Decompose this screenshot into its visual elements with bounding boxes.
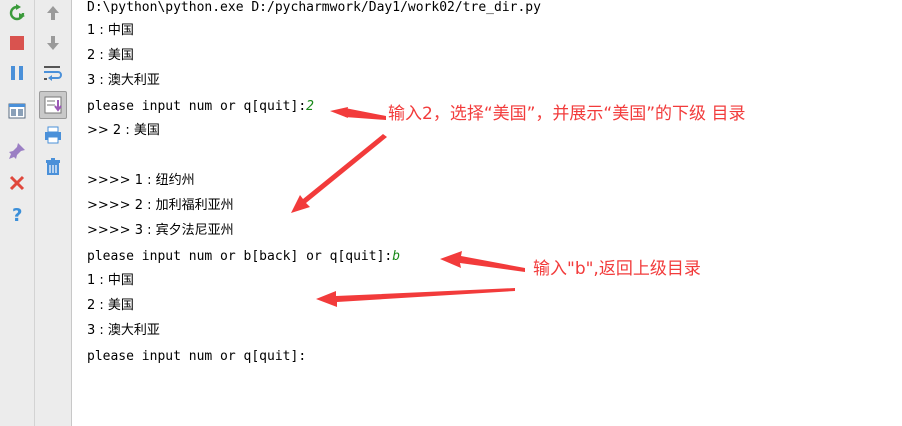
console-prompt-line: please input num or q[quit]: [87, 349, 307, 364]
console-line: >>>> 2 : 加利福利亚州 [87, 198, 234, 213]
pause-icon[interactable] [6, 62, 28, 84]
console-prompt-line: please input num or q[quit]:2 [87, 99, 314, 114]
down-arrow-icon[interactable] [42, 32, 64, 54]
layout-icon[interactable] [6, 100, 28, 122]
pin-icon[interactable] [6, 140, 28, 162]
rerun-icon[interactable] [6, 2, 28, 24]
print-icon[interactable] [42, 124, 64, 146]
console-line: 1 : 中国 [87, 273, 134, 288]
stop-icon[interactable] [6, 32, 28, 54]
arrow-to-sub-list [291, 134, 387, 213]
console-line: >>>> 3 : 宾夕法尼亚州 [87, 223, 234, 238]
arrow-to-parent-list [316, 288, 515, 307]
up-arrow-icon[interactable] [42, 2, 64, 24]
close-icon[interactable] [6, 172, 28, 194]
soft-wrap-icon[interactable] [42, 62, 64, 84]
console-line: 3 : 澳大利亚 [87, 73, 160, 88]
console-line: 2 : 美国 [87, 48, 134, 63]
arrow-to-back-input [440, 251, 525, 272]
trash-icon[interactable] [42, 156, 64, 178]
annotation-select-usa: 输入2，选择“美国”，并展示“美国”的下级 目录 [388, 104, 746, 124]
help-icon[interactable]: ? [6, 203, 28, 225]
console-command-line: D:\python\python.exe D:/pycharmwork/Day1… [87, 0, 541, 15]
arrow-to-first-input [330, 107, 385, 118]
user-input-echo: 2 [306, 99, 314, 114]
console-line: 2 : 美国 [87, 298, 134, 313]
run-toolbar-primary: ? [0, 0, 35, 426]
user-input-echo: b [392, 249, 401, 264]
console-prompt-line: please input num or b[back] or q[quit]:b [87, 249, 401, 264]
annotation-back: 输入"b",返回上级目录 [533, 259, 701, 279]
svg-text:?: ? [12, 205, 22, 223]
console-line: 3 : 澳大利亚 [87, 323, 160, 338]
scroll-to-end-icon[interactable] [39, 91, 67, 119]
run-toolbar-secondary [35, 0, 72, 426]
console-line: >>>> 1 : 纽约州 [87, 173, 195, 188]
run-console-window: ? D:\python\python.exe D:/pycharmwork/Da… [0, 0, 902, 426]
console-line: >> 2 : 美国 [87, 123, 160, 138]
console-line: 1 : 中国 [87, 23, 134, 38]
